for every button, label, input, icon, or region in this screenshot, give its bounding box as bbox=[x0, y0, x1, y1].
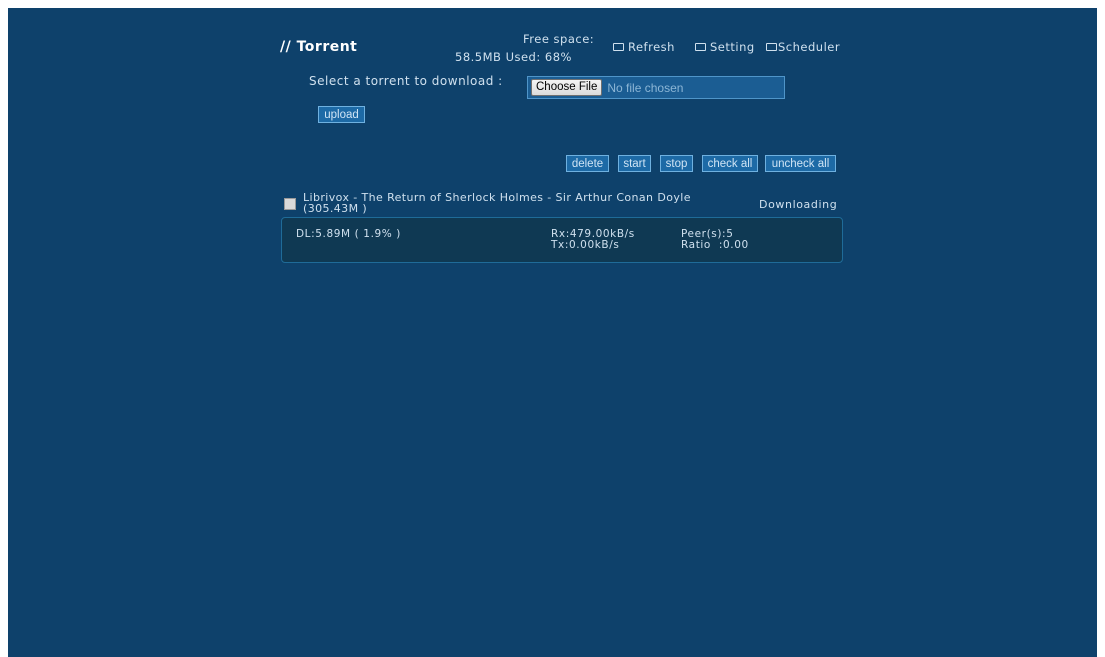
disk-usage: 58.5MB Used: 68% bbox=[455, 50, 572, 64]
scheduler-label: Scheduler bbox=[778, 40, 841, 54]
page-title: // Torrent bbox=[280, 39, 358, 55]
scheduler-link[interactable]: Scheduler bbox=[766, 40, 840, 54]
stop-button[interactable]: stop bbox=[660, 155, 693, 172]
refresh-icon bbox=[613, 43, 624, 51]
choose-file-button[interactable]: Choose File bbox=[531, 79, 603, 96]
torrent-status: Downloading bbox=[759, 198, 838, 211]
refresh-label: Refresh bbox=[628, 40, 675, 54]
check-all-button[interactable]: check all bbox=[702, 155, 758, 172]
scheduler-icon bbox=[766, 43, 777, 51]
torrent-file-input[interactable]: Choose File No file chosen bbox=[527, 76, 785, 99]
share-ratio: Ratio :0.00 bbox=[681, 239, 749, 251]
torrent-checkbox[interactable] bbox=[284, 198, 296, 210]
uncheck-all-button[interactable]: uncheck all bbox=[765, 155, 836, 172]
delete-button[interactable]: delete bbox=[566, 155, 609, 172]
used-percentage: Used: 68% bbox=[505, 50, 572, 64]
torrent-title[interactable]: Librivox - The Return of Sherlock Holmes… bbox=[303, 192, 743, 214]
app-frame bbox=[8, 8, 1097, 657]
downloaded-amount: DL:5.89M ( 1.9% ) bbox=[296, 228, 401, 240]
tx-rate: Tx:0.00kB/s bbox=[551, 239, 620, 251]
file-status-text: No file chosen bbox=[607, 80, 684, 95]
setting-label: Setting bbox=[710, 40, 755, 54]
setting-link[interactable]: Setting bbox=[695, 40, 755, 54]
upload-button[interactable]: upload bbox=[318, 106, 365, 123]
refresh-link[interactable]: Refresh bbox=[613, 40, 675, 54]
free-space-label: Free space: bbox=[523, 32, 595, 46]
start-button[interactable]: start bbox=[618, 155, 651, 172]
select-torrent-label: Select a torrent to download : bbox=[309, 74, 503, 88]
setting-icon bbox=[695, 43, 706, 51]
free-space-value: 58.5MB bbox=[455, 50, 502, 64]
torrent-size: (305.43M ) bbox=[303, 202, 368, 215]
